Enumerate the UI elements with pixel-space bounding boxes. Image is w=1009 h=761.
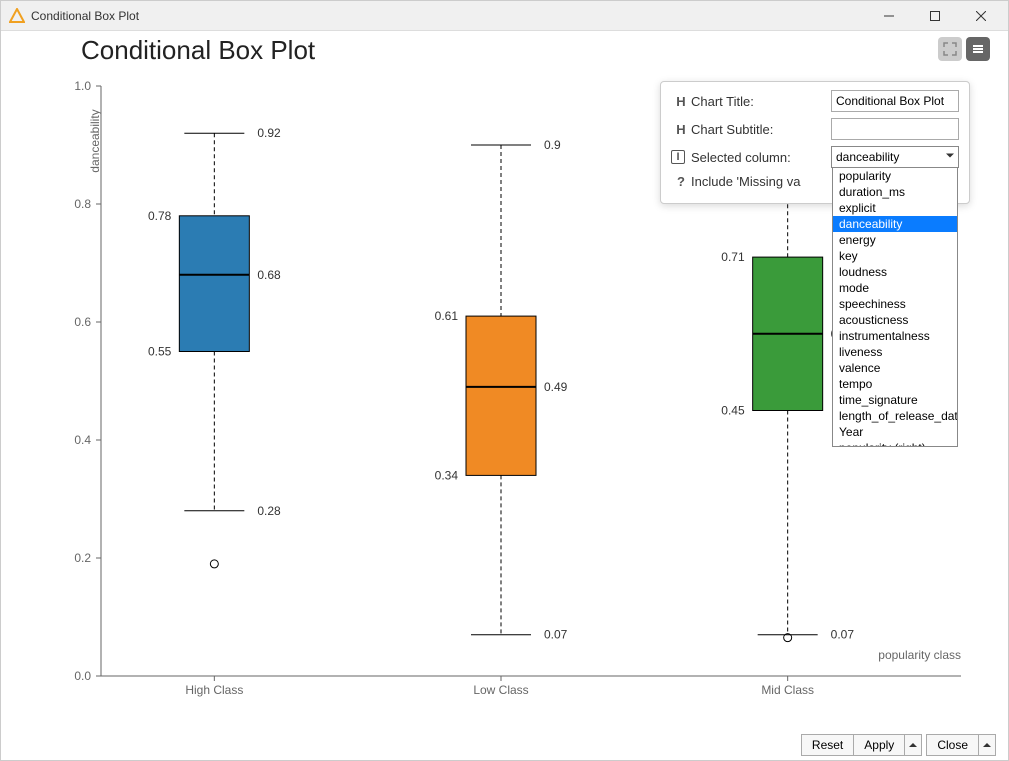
- reset-button[interactable]: Reset: [801, 734, 854, 756]
- svg-text:0.49: 0.49: [544, 380, 568, 394]
- include-missing-label: Include 'Missing va: [691, 174, 800, 189]
- dropdown-option[interactable]: time_signature: [833, 392, 957, 408]
- dropdown-option[interactable]: valence: [833, 360, 957, 376]
- svg-text:0.92: 0.92: [257, 126, 281, 140]
- svg-text:Mid Class: Mid Class: [761, 683, 814, 697]
- h-icon: H: [671, 122, 691, 137]
- dialog-footer: Reset Apply Close: [1, 730, 1008, 760]
- svg-text:High Class: High Class: [185, 683, 243, 697]
- dropdown-option[interactable]: duration_ms: [833, 184, 957, 200]
- dropdown-option[interactable]: popularity: [833, 168, 957, 184]
- chevron-down-icon: [944, 150, 956, 165]
- svg-text:0.34: 0.34: [435, 468, 459, 482]
- dropdown-option[interactable]: length_of_release_date: [833, 408, 957, 424]
- question-icon: ?: [671, 174, 691, 189]
- content-area: Conditional Box Plot 0.00.20.40.60.81.0d…: [1, 31, 1008, 730]
- dropdown-option[interactable]: liveness: [833, 344, 957, 360]
- svg-text:0.2: 0.2: [74, 551, 91, 565]
- svg-text:0.61: 0.61: [435, 309, 459, 323]
- dropdown-option[interactable]: tempo: [833, 376, 957, 392]
- svg-text:Low Class: Low Class: [473, 683, 528, 697]
- svg-text:0.07: 0.07: [831, 628, 855, 642]
- chart-settings-panel: H Chart Title: H Chart Subtitle: I Selec…: [660, 81, 970, 204]
- selected-column-label: Selected column:: [691, 150, 831, 165]
- svg-text:0.6: 0.6: [74, 315, 91, 329]
- app-window: Conditional Box Plot Conditional Box Plo…: [0, 0, 1009, 761]
- dropdown-option[interactable]: danceability: [833, 216, 957, 232]
- close-window-button[interactable]: [958, 1, 1004, 31]
- chart-title-input[interactable]: [831, 90, 959, 112]
- h-icon: H: [671, 94, 691, 109]
- chart-subtitle-input[interactable]: [831, 118, 959, 140]
- dropdown-option[interactable]: popularity (right): [833, 440, 957, 447]
- dropdown-option[interactable]: energy: [833, 232, 957, 248]
- column-icon: I: [671, 150, 685, 164]
- maximize-button[interactable]: [912, 1, 958, 31]
- svg-text:0.07: 0.07: [544, 628, 568, 642]
- close-button[interactable]: Close: [926, 734, 979, 756]
- svg-text:0.28: 0.28: [257, 504, 281, 518]
- svg-text:0.55: 0.55: [148, 345, 172, 359]
- svg-text:0.78: 0.78: [148, 209, 172, 223]
- selected-column-value: danceability: [836, 150, 899, 164]
- dropdown-option[interactable]: mode: [833, 280, 957, 296]
- window-title: Conditional Box Plot: [31, 9, 866, 23]
- apply-menu-button[interactable]: [904, 734, 922, 756]
- svg-text:0.0: 0.0: [74, 669, 91, 683]
- dropdown-option[interactable]: loudness: [833, 264, 957, 280]
- column-dropdown-list[interactable]: popularityduration_msexplicitdanceabilit…: [832, 167, 958, 447]
- dropdown-option[interactable]: explicit: [833, 200, 957, 216]
- svg-text:danceability: danceability: [88, 109, 102, 172]
- apply-button[interactable]: Apply: [853, 734, 905, 756]
- svg-text:0.71: 0.71: [721, 250, 745, 264]
- dropdown-option[interactable]: instrumentalness: [833, 328, 957, 344]
- svg-text:0.4: 0.4: [74, 433, 91, 447]
- titlebar: Conditional Box Plot: [1, 1, 1008, 31]
- dropdown-option[interactable]: acousticness: [833, 312, 957, 328]
- dropdown-option[interactable]: speechiness: [833, 296, 957, 312]
- svg-text:popularity class: popularity class: [878, 648, 961, 662]
- svg-text:0.45: 0.45: [721, 404, 745, 418]
- close-menu-button[interactable]: [978, 734, 996, 756]
- dropdown-option[interactable]: key: [833, 248, 957, 264]
- dropdown-option[interactable]: Year: [833, 424, 957, 440]
- svg-text:1.0: 1.0: [74, 79, 91, 93]
- svg-text:0.68: 0.68: [257, 268, 281, 282]
- minimize-button[interactable]: [866, 1, 912, 31]
- chart-title-label: Chart Title:: [691, 94, 831, 109]
- chart-subtitle-label: Chart Subtitle:: [691, 122, 831, 137]
- selected-column-dropdown[interactable]: danceability popularityduration_msexplic…: [831, 146, 959, 168]
- svg-text:0.9: 0.9: [544, 138, 561, 152]
- svg-text:0.8: 0.8: [74, 197, 91, 211]
- app-icon: [9, 8, 25, 24]
